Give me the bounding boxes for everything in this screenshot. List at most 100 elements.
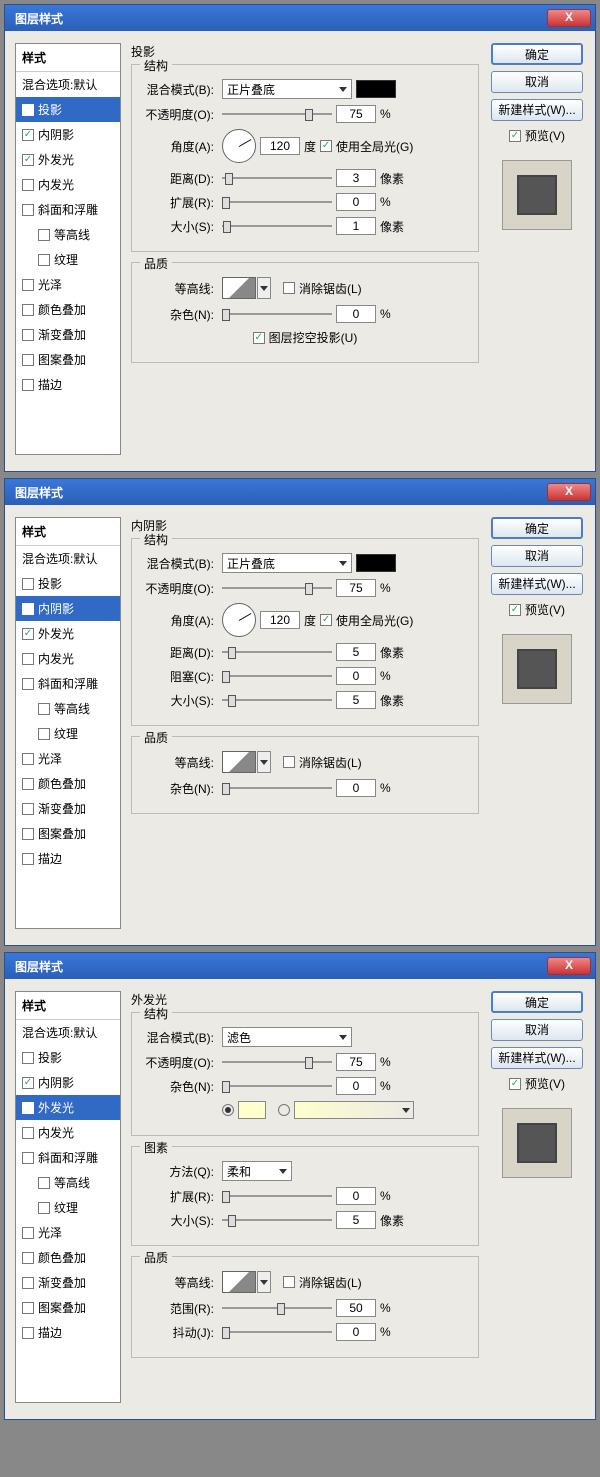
spread-slider[interactable]	[222, 195, 332, 209]
style-checkbox[interactable]	[22, 603, 34, 615]
spread-slider[interactable]	[222, 1189, 332, 1203]
noise-slider[interactable]	[222, 781, 332, 795]
sidebar-item-blending[interactable]: 混合选项:默认	[16, 1020, 120, 1045]
sidebar-item-bevel[interactable]: 斜面和浮雕	[16, 671, 120, 696]
contour-picker[interactable]	[222, 277, 256, 299]
style-checkbox[interactable]	[22, 753, 34, 765]
sidebar-item-bevel[interactable]: 斜面和浮雕	[16, 1145, 120, 1170]
noise-input[interactable]: 0	[336, 1077, 376, 1095]
styles-header[interactable]: 样式	[16, 44, 120, 72]
style-checkbox[interactable]	[22, 678, 34, 690]
cancel-button[interactable]: 取消	[491, 1019, 583, 1041]
styles-header[interactable]: 样式	[16, 518, 120, 546]
sidebar-item-gradient_overlay[interactable]: 渐变叠加	[16, 322, 120, 347]
style-checkbox[interactable]	[22, 1227, 34, 1239]
sidebar-item-outer_glow[interactable]: 外发光	[16, 147, 120, 172]
size-input[interactable]: 1	[336, 217, 376, 235]
anti-alias-checkbox[interactable]	[283, 1276, 295, 1288]
sidebar-item-color_overlay[interactable]: 颜色叠加	[16, 1245, 120, 1270]
anti-alias-checkbox[interactable]	[283, 756, 295, 768]
anti-alias-checkbox[interactable]	[283, 282, 295, 294]
style-checkbox[interactable]	[22, 104, 34, 116]
style-checkbox[interactable]	[22, 179, 34, 191]
sidebar-item-drop_shadow[interactable]: 投影	[16, 97, 120, 122]
sidebar-item-color_overlay[interactable]: 颜色叠加	[16, 771, 120, 796]
contour-picker[interactable]	[222, 1271, 256, 1293]
style-checkbox[interactable]	[22, 578, 34, 590]
noise-slider[interactable]	[222, 1079, 332, 1093]
sidebar-item-stroke[interactable]: 描边	[16, 372, 120, 397]
style-checkbox[interactable]	[22, 1327, 34, 1339]
new-style-button[interactable]: 新建样式(W)...	[491, 99, 583, 121]
choke-slider[interactable]	[222, 669, 332, 683]
distance-slider[interactable]	[222, 645, 332, 659]
style-checkbox[interactable]	[22, 778, 34, 790]
sidebar-item-satin[interactable]: 光泽	[16, 746, 120, 771]
sidebar-item-blending[interactable]: 混合选项:默认	[16, 72, 120, 97]
style-checkbox[interactable]	[22, 304, 34, 316]
glow-color[interactable]	[238, 1101, 266, 1119]
style-checkbox[interactable]	[38, 703, 50, 715]
style-checkbox[interactable]	[22, 354, 34, 366]
style-checkbox[interactable]	[38, 229, 50, 241]
opacity-input[interactable]: 75	[336, 579, 376, 597]
style-checkbox[interactable]	[38, 728, 50, 740]
range-input[interactable]: 50	[336, 1299, 376, 1317]
new-style-button[interactable]: 新建样式(W)...	[491, 573, 583, 595]
preview-checkbox[interactable]	[509, 130, 521, 142]
sidebar-item-bevel[interactable]: 斜面和浮雕	[16, 197, 120, 222]
style-checkbox[interactable]	[22, 803, 34, 815]
spread-input[interactable]: 0	[336, 1187, 376, 1205]
choke-input[interactable]: 0	[336, 667, 376, 685]
sidebar-item-texture_sub[interactable]: 纹理	[16, 247, 120, 272]
new-style-button[interactable]: 新建样式(W)...	[491, 1047, 583, 1069]
sidebar-item-pattern_overlay[interactable]: 图案叠加	[16, 821, 120, 846]
styles-header[interactable]: 样式	[16, 992, 120, 1020]
blend-mode-select[interactable]: 滤色	[222, 1027, 352, 1047]
style-checkbox[interactable]	[22, 1127, 34, 1139]
preview-checkbox[interactable]	[509, 1078, 521, 1090]
sidebar-item-drop_shadow[interactable]: 投影	[16, 1045, 120, 1070]
close-button[interactable]: X	[547, 9, 591, 27]
opacity-input[interactable]: 75	[336, 105, 376, 123]
gradient-radio[interactable]	[278, 1104, 290, 1116]
color-radio[interactable]	[222, 1104, 234, 1116]
sidebar-item-blending[interactable]: 混合选项:默认	[16, 546, 120, 571]
opacity-slider[interactable]	[222, 1055, 332, 1069]
contour-dropdown[interactable]	[257, 277, 271, 299]
sidebar-item-drop_shadow[interactable]: 投影	[16, 571, 120, 596]
noise-input[interactable]: 0	[336, 305, 376, 323]
style-checkbox[interactable]	[22, 653, 34, 665]
sidebar-item-outer_glow[interactable]: 外发光	[16, 621, 120, 646]
sidebar-item-inner_glow[interactable]: 内发光	[16, 646, 120, 671]
size-slider[interactable]	[222, 693, 332, 707]
sidebar-item-inner_shadow[interactable]: 内阴影	[16, 596, 120, 621]
sidebar-item-satin[interactable]: 光泽	[16, 272, 120, 297]
style-checkbox[interactable]	[38, 254, 50, 266]
sidebar-item-pattern_overlay[interactable]: 图案叠加	[16, 347, 120, 372]
style-checkbox[interactable]	[22, 628, 34, 640]
blend-mode-select[interactable]: 正片叠底	[222, 79, 352, 99]
size-input[interactable]: 5	[336, 691, 376, 709]
close-button[interactable]: X	[547, 957, 591, 975]
use-global-checkbox[interactable]	[320, 140, 332, 152]
style-checkbox[interactable]	[22, 329, 34, 341]
style-checkbox[interactable]	[22, 1302, 34, 1314]
sidebar-item-stroke[interactable]: 描边	[16, 1320, 120, 1345]
size-slider[interactable]	[222, 219, 332, 233]
angle-dial[interactable]	[222, 129, 256, 163]
sidebar-item-contour_sub[interactable]: 等高线	[16, 222, 120, 247]
close-button[interactable]: X	[547, 483, 591, 501]
sidebar-item-contour_sub[interactable]: 等高线	[16, 696, 120, 721]
glow-gradient[interactable]	[294, 1101, 414, 1119]
distance-input[interactable]: 5	[336, 643, 376, 661]
sidebar-item-inner_glow[interactable]: 内发光	[16, 172, 120, 197]
distance-slider[interactable]	[222, 171, 332, 185]
angle-dial[interactable]	[222, 603, 256, 637]
sidebar-item-contour_sub[interactable]: 等高线	[16, 1170, 120, 1195]
range-slider[interactable]	[222, 1301, 332, 1315]
opacity-input[interactable]: 75	[336, 1053, 376, 1071]
distance-input[interactable]: 3	[336, 169, 376, 187]
preview-checkbox[interactable]	[509, 604, 521, 616]
contour-dropdown[interactable]	[257, 1271, 271, 1293]
